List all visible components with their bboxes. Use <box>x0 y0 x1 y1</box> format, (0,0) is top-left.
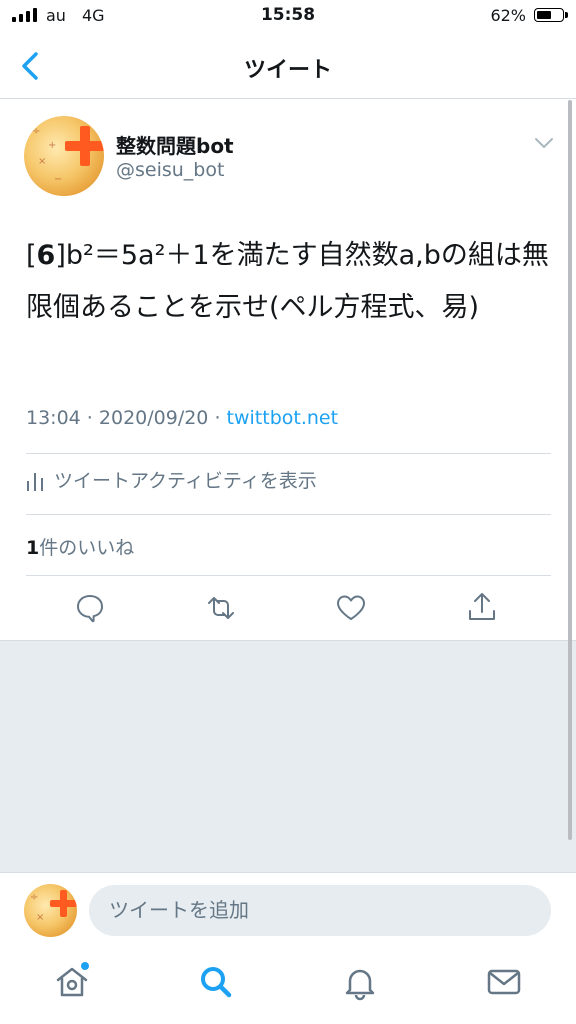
divider <box>26 453 551 454</box>
tab-bar <box>0 950 576 1024</box>
tweet-text-prefix: [ <box>26 240 37 271</box>
my-avatar[interactable]: ÷ × <box>24 884 77 937</box>
divider <box>26 575 551 576</box>
display-name[interactable]: 整数問題bot <box>116 130 234 159</box>
search-icon[interactable] <box>196 962 236 1002</box>
reply-icon[interactable] <box>72 590 108 626</box>
status-bar: au 4G 15:58 62% <box>0 0 576 34</box>
likes-label: 件のいいね <box>39 537 135 559</box>
home-notification-dot <box>81 962 89 970</box>
activity-icon <box>27 472 43 491</box>
reply-input[interactable]: ツイートを追加 <box>89 885 551 936</box>
tweet-text: [6]b²＝5a²＋1を満たす自然数a,bの組は無限個あることを示せ(ペル方程式… <box>26 230 556 334</box>
chevron-down-icon[interactable] <box>533 133 555 153</box>
battery-icon <box>534 8 568 22</box>
page-title: ツイート <box>243 58 332 83</box>
tweet-text-number: 6 <box>36 240 56 271</box>
notifications-icon[interactable] <box>340 962 380 1002</box>
tweet-text-body: ]b²＝5a²＋1を満たす自然数a,bの組は無限個あることを示せ(ペル方程式、易… <box>26 240 549 323</box>
likes-count: 1 <box>26 537 40 559</box>
tweet-meta: 13:04 · 2020/09/20 · twittbot.net <box>26 407 338 429</box>
user-handle[interactable]: @seisu_bot <box>116 159 224 181</box>
battery-percent: 62% <box>490 6 526 25</box>
divider <box>26 514 551 515</box>
replies-area <box>0 640 576 873</box>
tweet-date: 2020/09/20 <box>98 407 209 429</box>
tweet-activity-link[interactable]: ツイートアクティビティを表示 <box>26 466 317 493</box>
retweet-icon[interactable] <box>203 590 239 626</box>
nav-bar: ツイート <box>0 34 576 99</box>
activity-label: ツイートアクティビティを表示 <box>54 470 317 492</box>
messages-icon[interactable] <box>484 962 524 1002</box>
divider <box>0 872 576 873</box>
avatar[interactable]: ÷ × − + <box>24 116 104 196</box>
meta-separator: · <box>80 407 99 429</box>
tweet-source-link[interactable]: twittbot.net <box>227 407 339 429</box>
scrollbar[interactable] <box>568 100 572 840</box>
like-icon[interactable] <box>333 590 369 626</box>
share-icon[interactable] <box>464 590 500 626</box>
likes-count-link[interactable]: 1件のいいね <box>26 533 134 560</box>
tweet-time: 13:04 <box>26 407 81 429</box>
meta-separator: · <box>208 407 227 429</box>
